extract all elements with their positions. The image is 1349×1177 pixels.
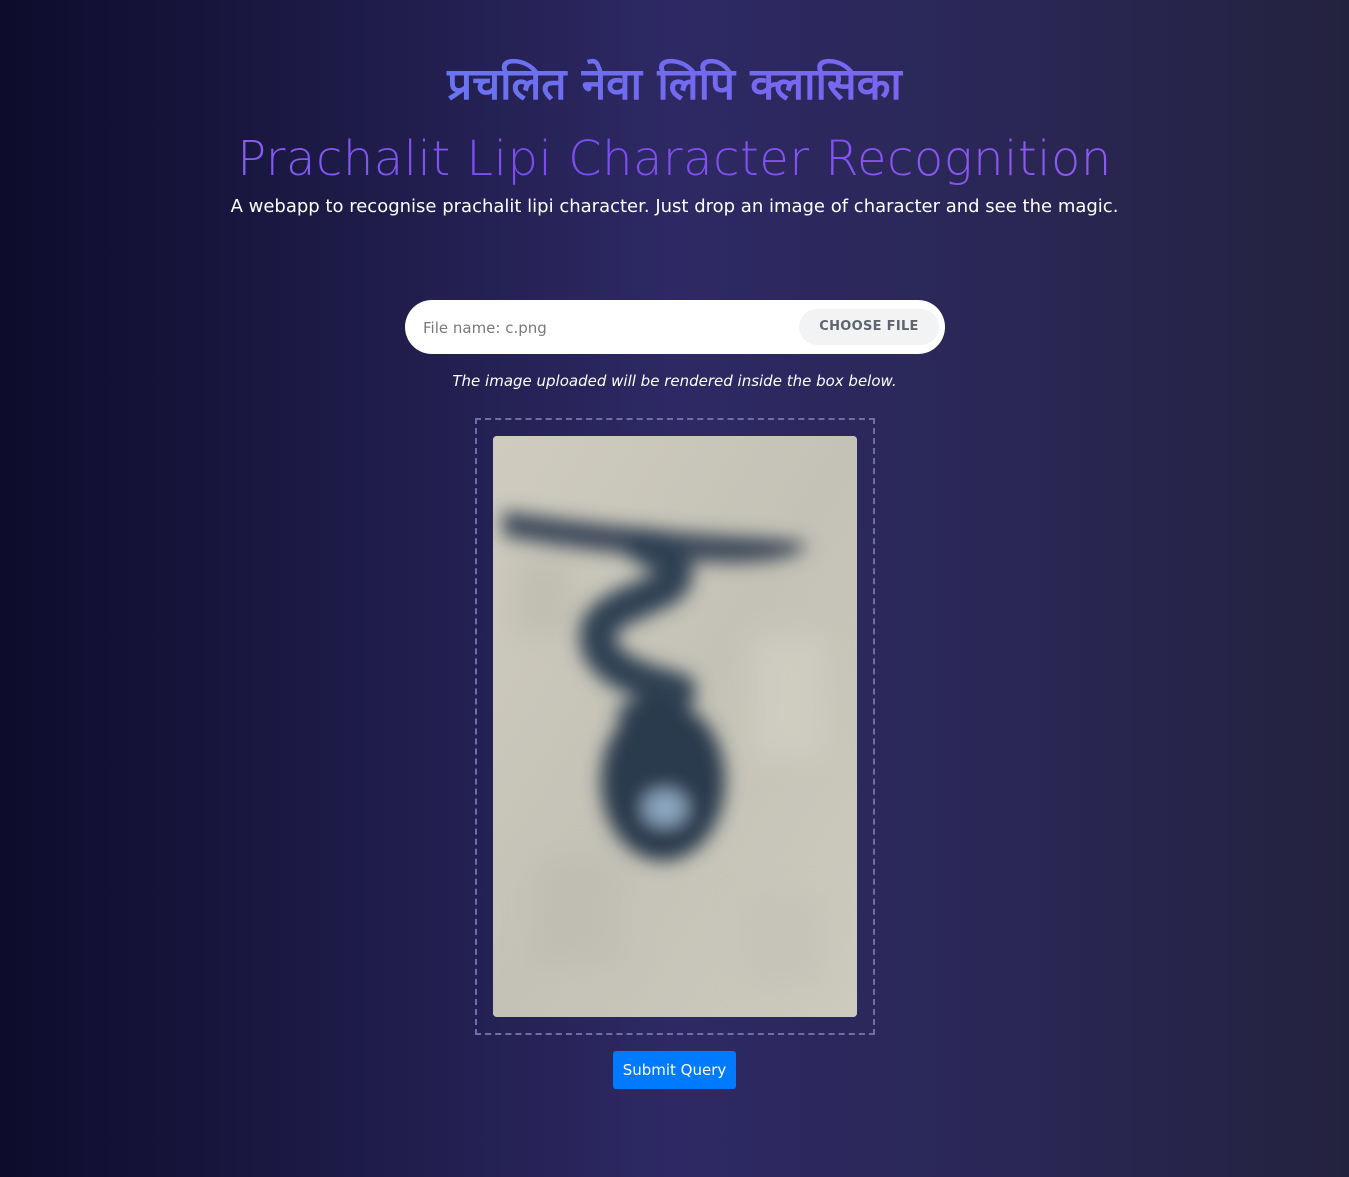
upload-hint: The image uploaded will be rendered insi… [452, 372, 897, 390]
image-preview-dropzone[interactable] [475, 418, 875, 1035]
file-name-input[interactable] [421, 300, 795, 356]
choose-file-button[interactable]: CHOOSE FILE [799, 309, 939, 345]
page-subtitle: A webapp to recognise prachalit lipi cha… [230, 196, 1119, 217]
file-upload-field[interactable]: CHOOSE FILE [405, 300, 945, 356]
page-header: प्रचलित नेवा लिपि क्लासिका Prachalit Lip… [0, 52, 1349, 217]
script-title: प्रचलित नेवा लिपि क्लासिका [0, 52, 1349, 118]
page-title: Prachalit Lipi Character Recognition [0, 124, 1349, 194]
submit-query-button[interactable]: Submit Query [613, 1051, 736, 1089]
uploaded-character-image [493, 436, 857, 1017]
